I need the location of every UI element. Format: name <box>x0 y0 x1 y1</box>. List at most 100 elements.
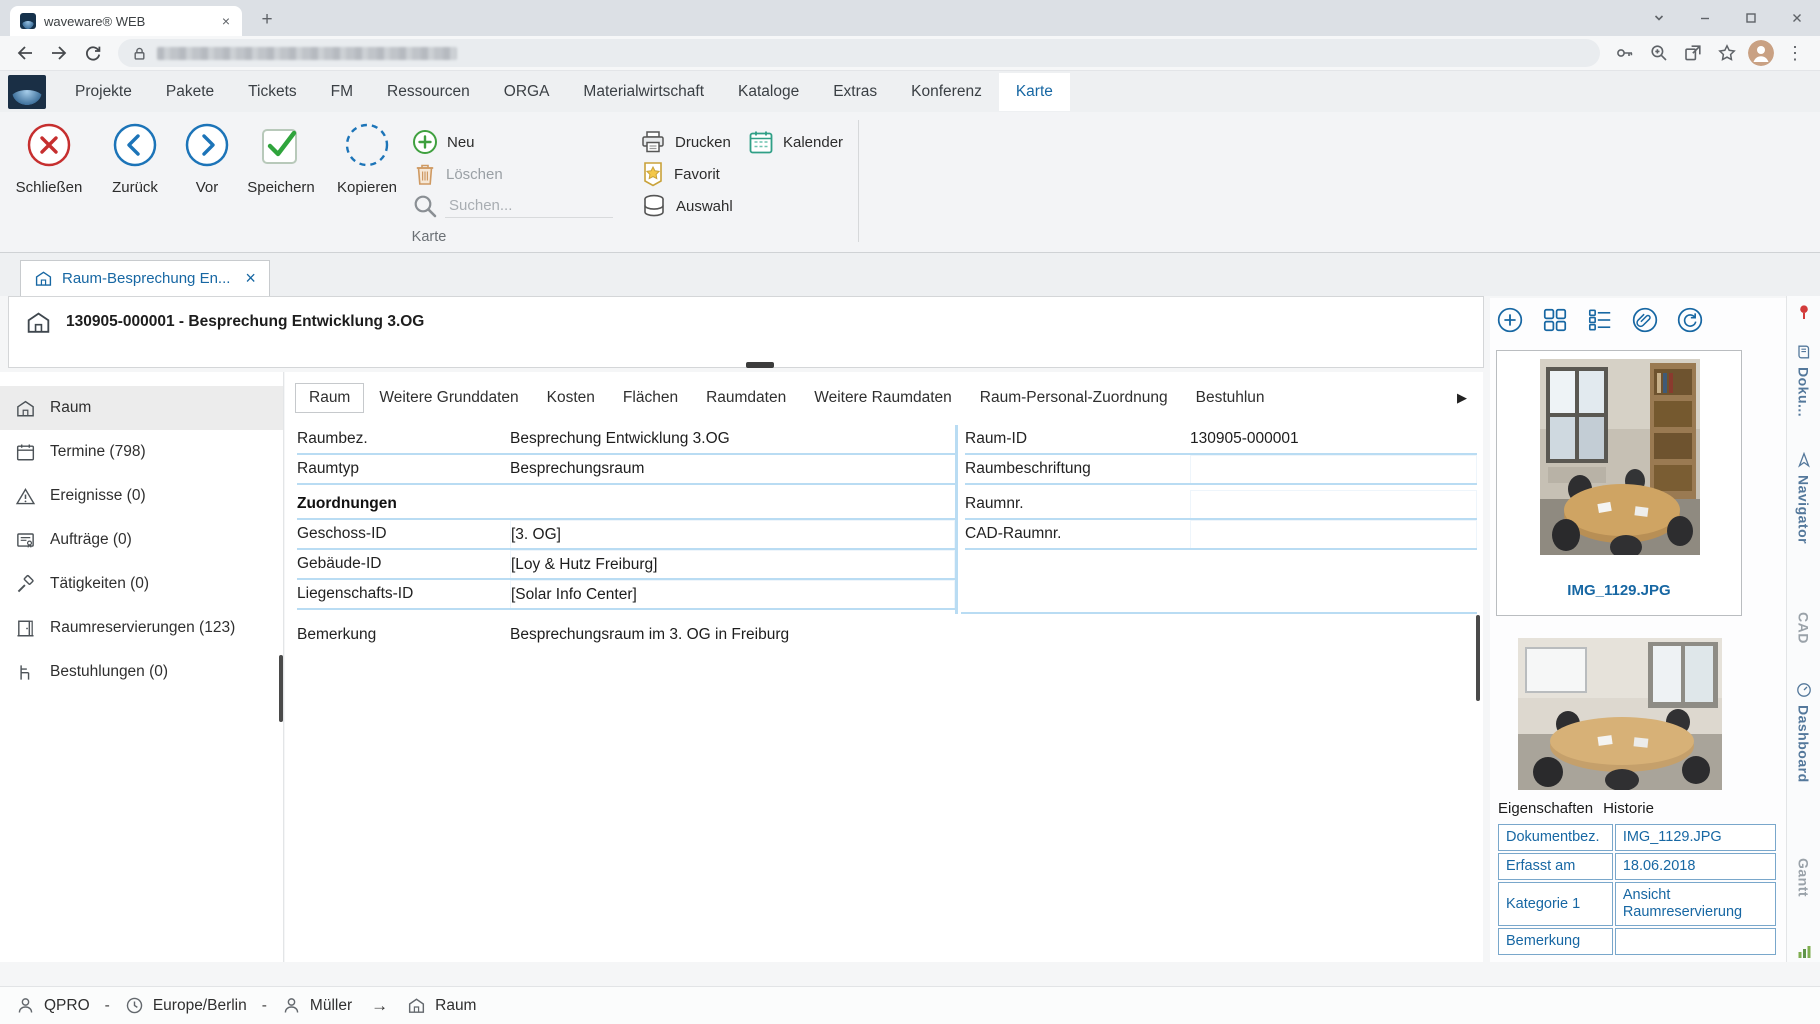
sidebar-item-ereignisse[interactable]: Ereignisse (0) <box>0 474 283 518</box>
password-key-icon[interactable] <box>1608 38 1642 68</box>
ribbon-search-input[interactable] <box>445 194 613 218</box>
kopieren-button[interactable]: Kopieren <box>330 122 404 196</box>
room-form-panel: Raum Weitere Grunddaten Kosten Flächen R… <box>285 372 1483 962</box>
field-value[interactable]: Besprechungsraum im 3. OG in Freiburg <box>510 620 1475 650</box>
field-value[interactable]: Besprechungsraum <box>510 455 955 483</box>
field-value[interactable]: [3. OG] <box>510 520 955 548</box>
tab-weitere-raumdaten[interactable]: Weitere Raumdaten <box>801 384 965 412</box>
tab-kosten[interactable]: Kosten <box>534 384 608 412</box>
sidebar-splitter-handle[interactable] <box>279 655 283 722</box>
sidebar-item-termine[interactable]: Termine (798) <box>0 430 283 474</box>
field-label: Gebäude-ID <box>297 555 510 573</box>
tab-search-chevron-icon[interactable] <box>1636 0 1682 36</box>
tab-close-icon[interactable]: × <box>218 13 234 29</box>
sidebar-item-bestuhlungen[interactable]: Bestuhlungen (0) <box>0 650 283 694</box>
door-icon <box>15 618 36 639</box>
auswahl-button[interactable]: Auswahl <box>641 192 733 220</box>
field-value[interactable]: 130905-000001 <box>1190 425 1477 453</box>
minimize-button[interactable] <box>1682 0 1728 36</box>
close-window-button[interactable] <box>1774 0 1820 36</box>
menu-karte[interactable]: Karte <box>999 73 1070 111</box>
tab-bestuhlungen[interactable]: Bestuhlun <box>1183 384 1278 412</box>
tab-eigenschaften[interactable]: Eigenschaften <box>1498 800 1593 817</box>
rail-item-cad[interactable]: CAD <box>1787 612 1820 644</box>
tab-flaechen[interactable]: Flächen <box>610 384 691 412</box>
maximize-button[interactable] <box>1728 0 1774 36</box>
document-thumbnail-meeting-room-2[interactable] <box>1518 638 1722 790</box>
vor-button[interactable]: Vor <box>170 122 244 196</box>
loeschen-button[interactable]: Löschen <box>413 160 503 188</box>
zurueck-button[interactable]: Zurück <box>98 122 172 196</box>
prop-value[interactable]: Ansicht Raumreservierung <box>1615 882 1776 926</box>
prop-label: Bemerkung <box>1498 928 1613 955</box>
document-tab[interactable]: Raum-Besprechung En... × <box>20 260 270 296</box>
tab-weitere-grunddaten[interactable]: Weitere Grunddaten <box>366 384 531 412</box>
add-document-icon[interactable] <box>1496 306 1524 334</box>
menu-materialwirtschaft[interactable]: Materialwirtschaft <box>566 73 721 111</box>
sidebar-item-raum[interactable]: Raum <box>0 386 283 430</box>
list-view-icon[interactable] <box>1586 306 1614 334</box>
menu-projekte[interactable]: Projekte <box>58 73 149 111</box>
field-value[interactable]: [Loy & Hutz Freiburg] <box>510 550 955 578</box>
gavel-icon <box>15 574 36 595</box>
menu-kataloge[interactable]: Kataloge <box>721 73 816 111</box>
prop-value[interactable]: IMG_1129.JPG <box>1615 824 1776 851</box>
pin-icon[interactable] <box>1796 304 1812 320</box>
field-value[interactable] <box>1190 490 1477 518</box>
menu-fm[interactable]: FM <box>314 73 370 111</box>
menu-ressourcen[interactable]: Ressourcen <box>370 73 487 111</box>
new-tab-button[interactable]: + <box>254 7 280 33</box>
form-splitter-handle[interactable] <box>1476 615 1480 701</box>
tab-raumdaten[interactable]: Raumdaten <box>693 384 799 412</box>
tab-overflow-arrow[interactable]: ▶ <box>1457 390 1467 406</box>
menu-konferenz[interactable]: Konferenz <box>894 73 999 111</box>
column-divider <box>955 425 958 614</box>
sidebar-item-auftraege[interactable]: Aufträge (0) <box>0 518 283 562</box>
chart-icon[interactable] <box>1797 944 1812 959</box>
refresh-icon[interactable] <box>1676 306 1704 334</box>
grid-view-icon[interactable] <box>1541 306 1569 334</box>
bookmark-star-icon[interactable] <box>1710 38 1744 68</box>
field-value[interactable] <box>1190 455 1477 483</box>
share-icon[interactable] <box>1676 38 1710 68</box>
rail-item-gantt[interactable]: Gantt <box>1787 858 1820 897</box>
kalender-button[interactable]: Kalender <box>748 128 843 156</box>
browser-menu-icon[interactable]: ⋮ <box>1778 38 1812 68</box>
sidebar-item-taetigkeiten[interactable]: Tätigkeiten (0) <box>0 562 283 606</box>
prop-value[interactable] <box>1615 928 1776 955</box>
zoom-icon[interactable] <box>1642 38 1676 68</box>
tab-raum[interactable]: Raum <box>295 383 364 413</box>
prop-value[interactable]: 18.06.2018 <box>1615 853 1776 880</box>
neu-button[interactable]: Neu <box>412 128 475 156</box>
tab-raum-personal-zuordnung[interactable]: Raum-Personal-Zuordnung <box>967 384 1181 412</box>
link-document-icon[interactable] <box>1631 306 1659 334</box>
menu-extras[interactable]: Extras <box>816 73 894 111</box>
document-tab-close-icon[interactable]: × <box>245 268 256 289</box>
field-value[interactable]: Besprechung Entwicklung 3.OG <box>510 425 955 453</box>
document-card[interactable]: IMG_1129.JPG <box>1496 350 1742 616</box>
tab-historie[interactable]: Historie <box>1603 800 1654 817</box>
profile-avatar[interactable] <box>1748 40 1774 66</box>
field-bemerkung: Bemerkung Besprechungsraum im 3. OG in F… <box>297 620 1475 650</box>
favorit-button[interactable]: Favorit <box>641 160 720 188</box>
reload-button[interactable] <box>76 38 110 68</box>
rail-item-navigator[interactable]: Navigator <box>1787 452 1820 544</box>
rail-item-dokumente[interactable]: Doku... <box>1787 344 1820 417</box>
rail-item-dashboard[interactable]: Dashboard <box>1787 682 1820 783</box>
menu-tickets[interactable]: Tickets <box>231 73 314 111</box>
kalender-label: Kalender <box>783 134 843 151</box>
address-bar[interactable] <box>118 39 1600 67</box>
menu-pakete[interactable]: Pakete <box>149 73 231 111</box>
browser-tab[interactable]: waveware® WEB × <box>10 6 242 36</box>
sidebar-item-raumreservierungen[interactable]: Raumreservierungen (123) <box>0 606 283 650</box>
schliessen-button[interactable]: Schließen <box>12 122 86 196</box>
speichern-button[interactable]: Speichern <box>244 122 318 196</box>
drucken-button[interactable]: Drucken <box>640 128 731 156</box>
horizontal-splitter-handle[interactable] <box>746 362 774 368</box>
menu-orga[interactable]: ORGA <box>487 73 567 111</box>
field-value[interactable]: [Solar Info Center] <box>510 580 955 608</box>
forward-button[interactable] <box>42 38 76 68</box>
back-button[interactable] <box>8 38 42 68</box>
rail-item-label: Gantt <box>1796 858 1812 897</box>
field-value[interactable] <box>1190 520 1477 548</box>
